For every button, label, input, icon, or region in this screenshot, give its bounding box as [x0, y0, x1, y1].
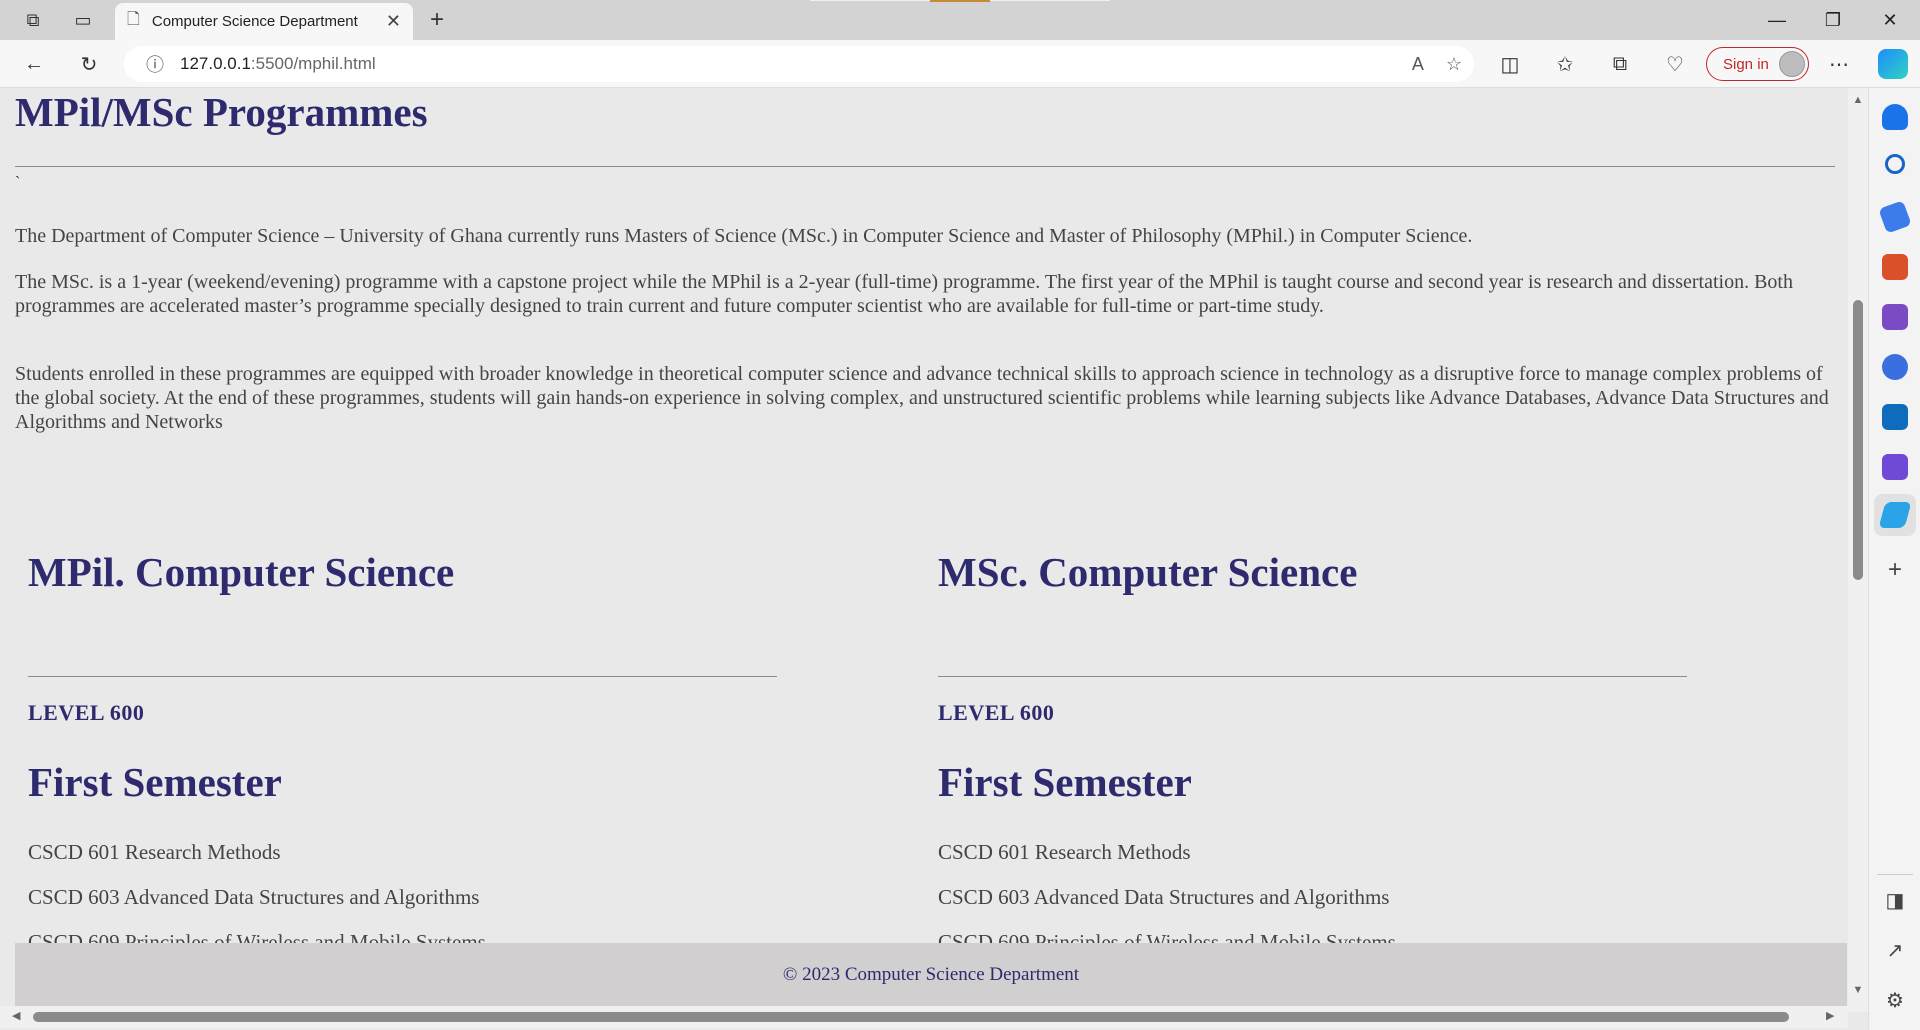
sign-in-button[interactable]: Sign in [1706, 47, 1809, 81]
shopping-tag-icon[interactable] [1878, 200, 1912, 234]
vertical-scrollbar[interactable]: ▲ ▼ [1848, 88, 1868, 1012]
scroll-left-icon[interactable]: ◀ [12, 1009, 20, 1022]
minimize-icon[interactable]: — [1749, 0, 1805, 40]
intro-paragraph-1: The Department of Computer Science – Uni… [15, 225, 1473, 247]
msc-semester-heading: First Semester [938, 759, 1192, 805]
mphil-column-title: MPil. Computer Science [28, 549, 455, 595]
collections-icon[interactable]: ⧉ [1600, 44, 1640, 84]
title-divider [15, 166, 1835, 167]
notifications-icon[interactable] [1882, 104, 1908, 130]
site-info-icon[interactable]: ⓘ [146, 51, 164, 77]
edge-sidebar: + ◨ ↗ ⚙ [1868, 88, 1920, 1030]
url-path: :5500/mphil.html [250, 54, 376, 73]
favorites-icon[interactable]: ✩ [1545, 44, 1585, 84]
sidebar-divider [1877, 874, 1913, 875]
mphil-course-item: CSCD 601 Research Methods [28, 840, 281, 864]
mphil-divider [28, 676, 777, 677]
page-icon: 🗋 [127, 11, 140, 28]
vertical-scroll-thumb[interactable] [1853, 300, 1863, 580]
msc-course-item: CSCD 601 Research Methods [938, 840, 1191, 864]
scroll-up-icon[interactable]: ▲ [1848, 94, 1868, 106]
games-icon[interactable] [1882, 304, 1908, 330]
settings-icon[interactable]: ⚙ [1869, 988, 1920, 1013]
split-screen-icon[interactable]: ◫ [1490, 44, 1530, 84]
msc-divider [938, 676, 1687, 677]
designer-icon[interactable] [1882, 454, 1908, 480]
outlook-icon[interactable] [1882, 404, 1908, 430]
tab-strip-accent [930, 0, 990, 2]
microsoft-365-icon[interactable] [1882, 354, 1908, 380]
msc-column-title: MSc. Computer Science [938, 549, 1358, 595]
browser-tab-strip: ⧉ ▭ 🗋 Computer Science Department ✕ + — … [0, 0, 1920, 40]
copilot-icon[interactable] [1878, 49, 1908, 79]
hide-sidebar-icon[interactable]: ◨ [1869, 888, 1920, 913]
page-footer: © 2023 Computer Science Department [15, 943, 1847, 1007]
tab-computer-science-department[interactable]: 🗋 Computer Science Department ✕ [115, 3, 413, 40]
intro-paragraph-3: Students enrolled in these programmes ar… [15, 363, 1829, 433]
url-host: 127.0.0.1 [180, 54, 251, 73]
tab-actions-icon[interactable]: ▭ [62, 0, 104, 40]
favorite-star-icon[interactable]: ☆ [1446, 54, 1462, 75]
page-title: MPil/MSc Programmes [15, 89, 428, 135]
read-aloud-icon[interactable]: A [1412, 54, 1424, 75]
msc-course-item: CSCD 603 Advanced Data Structures and Al… [938, 885, 1390, 909]
tab-title: Computer Science Department [151, 13, 358, 30]
workspaces-icon[interactable]: ⧉ [12, 0, 54, 40]
horizontal-scrollbar[interactable]: ◀ ▶ [0, 1006, 1848, 1028]
intro-paragraph-2: The MSc. is a 1-year (weekend/evening) p… [15, 271, 1793, 317]
mphil-course-item: CSCD 603 Advanced Data Structures and Al… [28, 885, 480, 909]
mphil-semester-heading: First Semester [28, 759, 282, 805]
scroll-right-icon[interactable]: ▶ [1826, 1009, 1834, 1022]
url-text[interactable]: 127.0.0.1:5500/mphil.html [180, 54, 376, 74]
horizontal-scroll-thumb[interactable] [33, 1012, 1789, 1022]
mphil-level-heading: LEVEL 600 [28, 700, 145, 725]
close-tab-icon[interactable]: ✕ [386, 11, 401, 32]
stray-backtick: ` [15, 174, 21, 191]
avatar [1779, 51, 1805, 77]
address-bar[interactable]: ⓘ 127.0.0.1:5500/mphil.html A ☆ [124, 46, 1474, 82]
restore-icon[interactable]: ❐ [1805, 0, 1861, 40]
page-viewport: MPil/MSc Programmes ` The Department of … [0, 88, 1848, 1012]
msc-level-heading: LEVEL 600 [938, 700, 1055, 725]
refresh-icon[interactable]: ↻ [69, 44, 109, 84]
tools-briefcase-icon[interactable] [1882, 254, 1908, 280]
open-external-icon[interactable]: ↗ [1869, 938, 1920, 963]
back-icon[interactable]: ← [14, 44, 54, 84]
more-options-icon[interactable]: ⋯ [1819, 44, 1859, 84]
browser-toolbar: ← ↻ ⓘ 127.0.0.1:5500/mphil.html A ☆ ◫ ✩ … [0, 40, 1920, 88]
window-close-icon[interactable]: ✕ [1862, 0, 1918, 40]
new-tab-button[interactable]: + [420, 0, 454, 40]
footer-copyright: © 2023 Computer Science Department [782, 964, 1080, 985]
search-icon[interactable] [1885, 154, 1905, 174]
browser-essentials-icon[interactable]: ♡ [1655, 44, 1695, 84]
scroll-down-icon[interactable]: ▼ [1848, 984, 1868, 996]
add-sidebar-app-icon[interactable]: + [1869, 556, 1920, 584]
sign-in-label: Sign in [1723, 55, 1769, 73]
